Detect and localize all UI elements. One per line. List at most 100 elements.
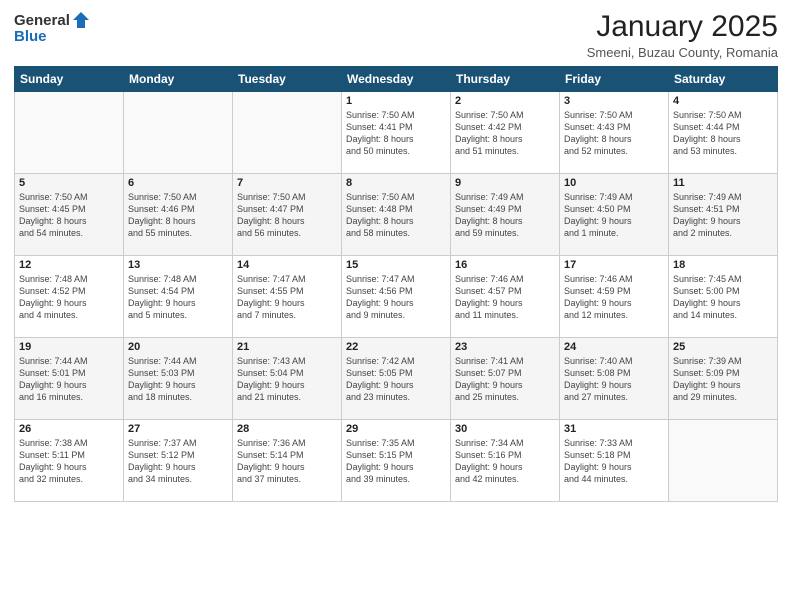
day-number: 2 bbox=[455, 95, 555, 107]
calendar-week-3: 19 Sunrise: 7:44 AM Sunset: 5:01 PM Dayli… bbox=[15, 338, 778, 420]
calendar-cell: 26 Sunrise: 7:38 AM Sunset: 5:11 PM Dayli… bbox=[15, 420, 124, 502]
day-number: 4 bbox=[673, 95, 773, 107]
day-number: 3 bbox=[564, 95, 664, 107]
calendar-cell: 16 Sunrise: 7:46 AM Sunset: 4:57 PM Dayli… bbox=[451, 256, 560, 338]
calendar-cell bbox=[15, 92, 124, 174]
calendar-cell: 4 Sunrise: 7:50 AM Sunset: 4:44 PM Daylig… bbox=[669, 92, 778, 174]
location-subtitle: Smeeni, Buzau County, Romania bbox=[587, 45, 778, 60]
day-info: Sunrise: 7:50 AM Sunset: 4:42 PM Dayligh… bbox=[455, 109, 555, 158]
day-number: 22 bbox=[346, 341, 446, 353]
calendar-cell: 28Sunrise: 7:36 AM Sunset: 5:14 PM Dayli… bbox=[233, 420, 342, 502]
day-number: 25 bbox=[673, 341, 773, 353]
calendar-cell: 21Sunrise: 7:43 AM Sunset: 5:04 PM Dayli… bbox=[233, 338, 342, 420]
calendar-week-4: 26 Sunrise: 7:38 AM Sunset: 5:11 PM Dayli… bbox=[15, 420, 778, 502]
calendar-cell: 20Sunrise: 7:44 AM Sunset: 5:03 PM Dayli… bbox=[124, 338, 233, 420]
calendar-table: Sunday Monday Tuesday Wednesday Thursday… bbox=[14, 66, 778, 502]
day-number: 14 bbox=[237, 259, 337, 271]
logo-general-text: General bbox=[14, 12, 70, 29]
col-thursday: Thursday bbox=[451, 67, 560, 92]
day-number: 6 bbox=[128, 177, 228, 189]
day-info: Sunrise: 7:46 AM Sunset: 4:59 PM Dayligh… bbox=[564, 273, 664, 322]
calendar-container: General Blue January 2025 Smeeni, Buzau … bbox=[0, 0, 792, 508]
day-number: 15 bbox=[346, 259, 446, 271]
calendar-week-0: 1 Sunrise: 7:50 AM Sunset: 4:41 PM Daylig… bbox=[15, 92, 778, 174]
day-number: 1 bbox=[346, 95, 446, 107]
calendar-cell: 31Sunrise: 7:33 AM Sunset: 5:18 PM Dayli… bbox=[560, 420, 669, 502]
calendar-cell: 1 Sunrise: 7:50 AM Sunset: 4:41 PM Daylig… bbox=[342, 92, 451, 174]
day-number: 31 bbox=[564, 423, 664, 435]
day-info: Sunrise: 7:35 AM Sunset: 5:15 PM Dayligh… bbox=[346, 437, 446, 486]
day-number: 29 bbox=[346, 423, 446, 435]
day-number: 19 bbox=[19, 341, 119, 353]
calendar-cell: 23 Sunrise: 7:41 AM Sunset: 5:07 PM Dayli… bbox=[451, 338, 560, 420]
calendar-cell: 13 Sunrise: 7:48 AM Sunset: 4:54 PM Dayli… bbox=[124, 256, 233, 338]
day-info: Sunrise: 7:41 AM Sunset: 5:07 PM Dayligh… bbox=[455, 355, 555, 404]
calendar-cell: 10 Sunrise: 7:49 AM Sunset: 4:50 PM Dayli… bbox=[560, 174, 669, 256]
calendar-cell bbox=[124, 92, 233, 174]
day-number: 28 bbox=[237, 423, 337, 435]
logo-blue-text: Blue bbox=[14, 28, 47, 45]
col-monday: Monday bbox=[124, 67, 233, 92]
day-number: 26 bbox=[19, 423, 119, 435]
logo-icon bbox=[71, 10, 91, 30]
day-number: 10 bbox=[564, 177, 664, 189]
day-number: 30 bbox=[455, 423, 555, 435]
col-wednesday: Wednesday bbox=[342, 67, 451, 92]
calendar-cell: 8Sunrise: 7:50 AM Sunset: 4:48 PM Daylig… bbox=[342, 174, 451, 256]
calendar-cell: 17 Sunrise: 7:46 AM Sunset: 4:59 PM Dayli… bbox=[560, 256, 669, 338]
calendar-cell: 3 Sunrise: 7:50 AM Sunset: 4:43 PM Daylig… bbox=[560, 92, 669, 174]
day-info: Sunrise: 7:50 AM Sunset: 4:41 PM Dayligh… bbox=[346, 109, 446, 158]
day-number: 20 bbox=[128, 341, 228, 353]
header-row: Sunday Monday Tuesday Wednesday Thursday… bbox=[15, 67, 778, 92]
day-number: 24 bbox=[564, 341, 664, 353]
calendar-week-2: 12 Sunrise: 7:48 AM Sunset: 4:52 PM Dayli… bbox=[15, 256, 778, 338]
day-info: Sunrise: 7:42 AM Sunset: 5:05 PM Dayligh… bbox=[346, 355, 446, 404]
calendar-cell: 12 Sunrise: 7:48 AM Sunset: 4:52 PM Dayli… bbox=[15, 256, 124, 338]
day-info: Sunrise: 7:40 AM Sunset: 5:08 PM Dayligh… bbox=[564, 355, 664, 404]
day-number: 17 bbox=[564, 259, 664, 271]
day-info: Sunrise: 7:47 AM Sunset: 4:55 PM Dayligh… bbox=[237, 273, 337, 322]
day-info: Sunrise: 7:47 AM Sunset: 4:56 PM Dayligh… bbox=[346, 273, 446, 322]
day-info: Sunrise: 7:49 AM Sunset: 4:50 PM Dayligh… bbox=[564, 191, 664, 240]
day-info: Sunrise: 7:37 AM Sunset: 5:12 PM Dayligh… bbox=[128, 437, 228, 486]
day-number: 16 bbox=[455, 259, 555, 271]
logo: General Blue bbox=[14, 10, 91, 45]
calendar-week-1: 5Sunrise: 7:50 AM Sunset: 4:45 PM Daylig… bbox=[15, 174, 778, 256]
day-number: 23 bbox=[455, 341, 555, 353]
day-info: Sunrise: 7:50 AM Sunset: 4:47 PM Dayligh… bbox=[237, 191, 337, 240]
calendar-cell: 9Sunrise: 7:49 AM Sunset: 4:49 PM Daylig… bbox=[451, 174, 560, 256]
day-info: Sunrise: 7:49 AM Sunset: 4:49 PM Dayligh… bbox=[455, 191, 555, 240]
calendar-cell: 15 Sunrise: 7:47 AM Sunset: 4:56 PM Dayli… bbox=[342, 256, 451, 338]
day-info: Sunrise: 7:44 AM Sunset: 5:01 PM Dayligh… bbox=[19, 355, 119, 404]
day-info: Sunrise: 7:46 AM Sunset: 4:57 PM Dayligh… bbox=[455, 273, 555, 322]
col-tuesday: Tuesday bbox=[233, 67, 342, 92]
calendar-cell: 18Sunrise: 7:45 AM Sunset: 5:00 PM Dayli… bbox=[669, 256, 778, 338]
day-number: 27 bbox=[128, 423, 228, 435]
calendar-cell bbox=[669, 420, 778, 502]
title-block: January 2025 Smeeni, Buzau County, Roman… bbox=[587, 10, 778, 60]
day-info: Sunrise: 7:48 AM Sunset: 4:52 PM Dayligh… bbox=[19, 273, 119, 322]
day-info: Sunrise: 7:49 AM Sunset: 4:51 PM Dayligh… bbox=[673, 191, 773, 240]
day-info: Sunrise: 7:50 AM Sunset: 4:43 PM Dayligh… bbox=[564, 109, 664, 158]
day-info: Sunrise: 7:50 AM Sunset: 4:48 PM Dayligh… bbox=[346, 191, 446, 240]
day-number: 18 bbox=[673, 259, 773, 271]
calendar-cell: 11Sunrise: 7:49 AM Sunset: 4:51 PM Dayli… bbox=[669, 174, 778, 256]
day-number: 12 bbox=[19, 259, 119, 271]
header: General Blue January 2025 Smeeni, Buzau … bbox=[14, 10, 778, 60]
calendar-cell: 22 Sunrise: 7:42 AM Sunset: 5:05 PM Dayli… bbox=[342, 338, 451, 420]
col-friday: Friday bbox=[560, 67, 669, 92]
day-info: Sunrise: 7:48 AM Sunset: 4:54 PM Dayligh… bbox=[128, 273, 228, 322]
day-info: Sunrise: 7:34 AM Sunset: 5:16 PM Dayligh… bbox=[455, 437, 555, 486]
day-info: Sunrise: 7:43 AM Sunset: 5:04 PM Dayligh… bbox=[237, 355, 337, 404]
day-number: 13 bbox=[128, 259, 228, 271]
calendar-cell: 5Sunrise: 7:50 AM Sunset: 4:45 PM Daylig… bbox=[15, 174, 124, 256]
day-info: Sunrise: 7:50 AM Sunset: 4:44 PM Dayligh… bbox=[673, 109, 773, 158]
day-number: 5 bbox=[19, 177, 119, 189]
calendar-cell: 2 Sunrise: 7:50 AM Sunset: 4:42 PM Daylig… bbox=[451, 92, 560, 174]
calendar-cell: 27 Sunrise: 7:37 AM Sunset: 5:12 PM Dayli… bbox=[124, 420, 233, 502]
day-info: Sunrise: 7:50 AM Sunset: 4:46 PM Dayligh… bbox=[128, 191, 228, 240]
day-number: 7 bbox=[237, 177, 337, 189]
day-info: Sunrise: 7:38 AM Sunset: 5:11 PM Dayligh… bbox=[19, 437, 119, 486]
calendar-cell bbox=[233, 92, 342, 174]
col-sunday: Sunday bbox=[15, 67, 124, 92]
